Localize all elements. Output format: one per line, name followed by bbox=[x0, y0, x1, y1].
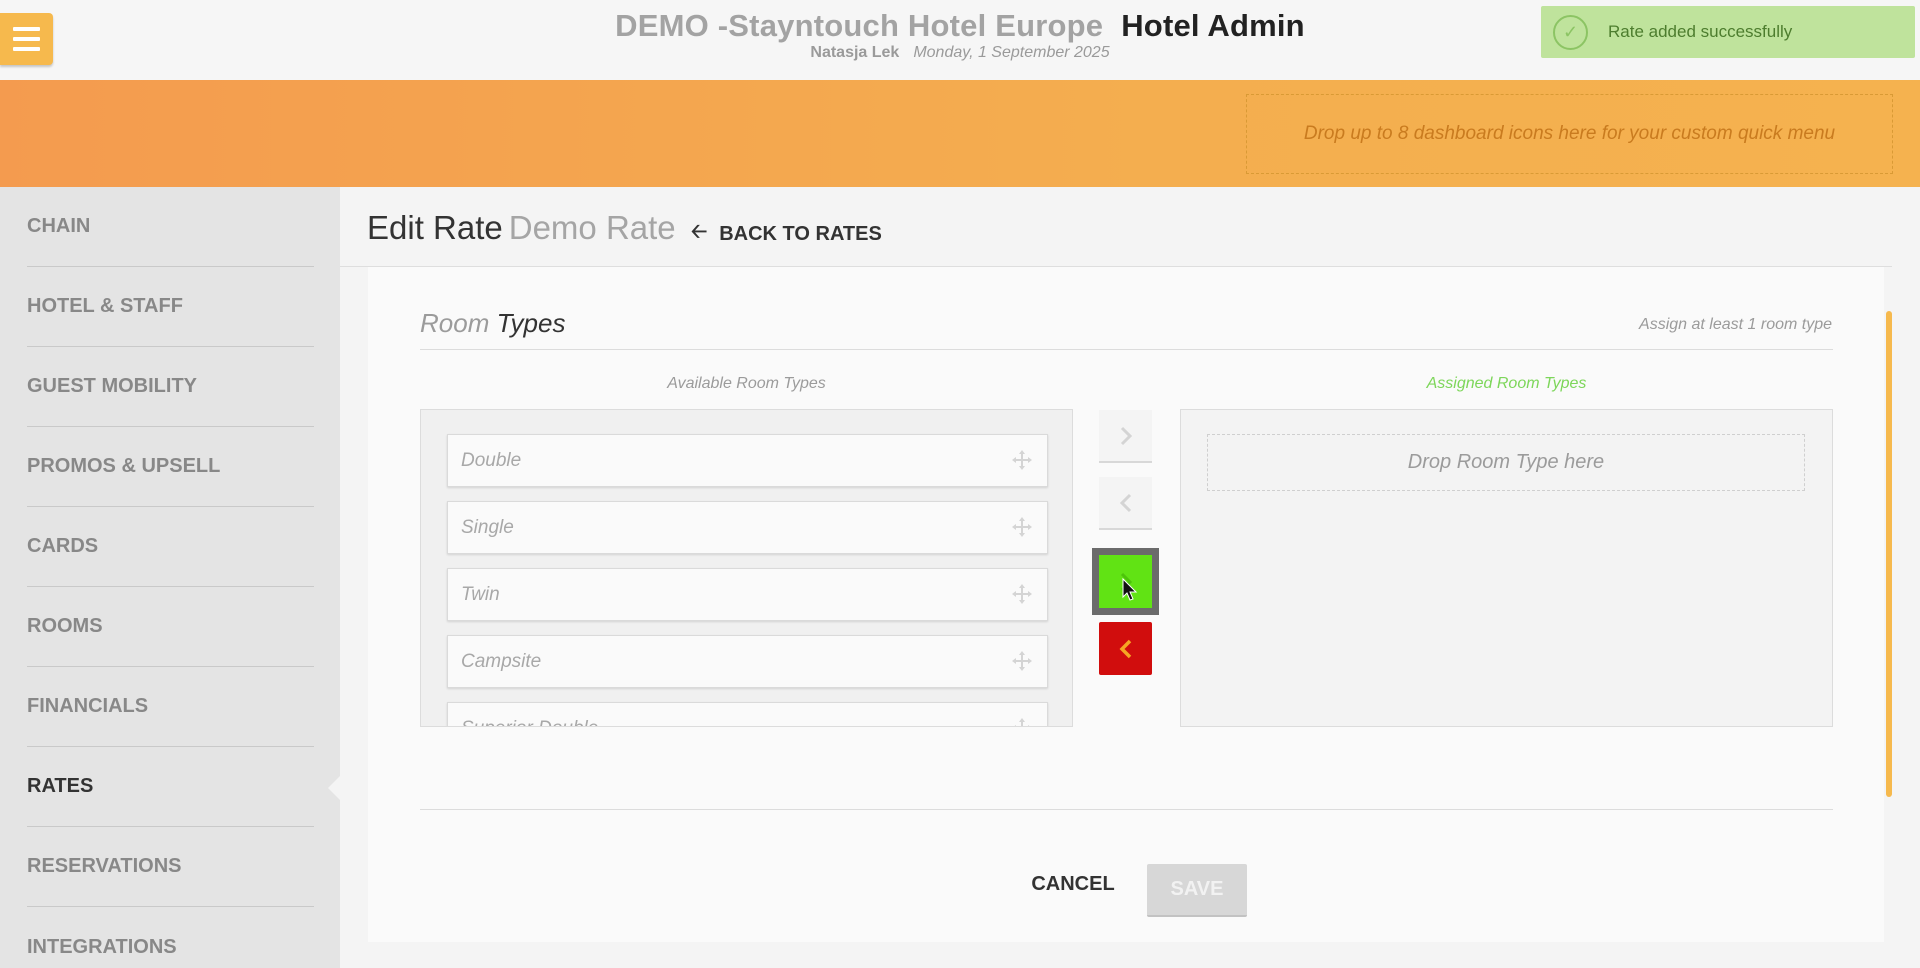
list-item[interactable]: Twin bbox=[447, 568, 1048, 621]
success-toast: ✓ Rate added successfully bbox=[1541, 6, 1915, 58]
sidebar-item-chain[interactable]: CHAIN bbox=[27, 187, 314, 267]
remove-one-button[interactable] bbox=[1099, 477, 1152, 530]
page-title: Edit Rate Demo Rate bbox=[367, 209, 676, 247]
save-button[interactable]: SAVE bbox=[1147, 864, 1247, 917]
assign-one-button[interactable] bbox=[1099, 410, 1152, 463]
list-item[interactable]: Superior Double bbox=[447, 702, 1048, 727]
quick-menu-band: Drop up to 8 dashboard icons here for yo… bbox=[0, 80, 1920, 187]
section-title-light: Room bbox=[420, 308, 490, 338]
user-name: Natasja Lek bbox=[810, 44, 900, 61]
chevron-left-icon bbox=[1119, 639, 1131, 658]
list-item[interactable]: Campsite bbox=[447, 635, 1048, 688]
move-icon[interactable] bbox=[1011, 717, 1033, 727]
room-types-panel: Room Types Assign at least 1 room type A… bbox=[368, 267, 1884, 942]
move-icon[interactable] bbox=[1011, 583, 1033, 605]
app-name: Hotel Admin bbox=[1121, 8, 1305, 43]
check-circle-icon: ✓ bbox=[1553, 14, 1588, 50]
hotel-name: DEMO -Stayntouch Hotel Europe bbox=[615, 8, 1104, 43]
remove-all-button[interactable] bbox=[1099, 622, 1152, 675]
cancel-button[interactable]: CANCEL bbox=[1028, 864, 1118, 904]
divider bbox=[420, 349, 1833, 350]
section-title: Room Types bbox=[420, 308, 565, 339]
sidebar-item-rooms[interactable]: ROOMS bbox=[27, 587, 314, 667]
mouse-cursor-icon bbox=[1122, 578, 1138, 601]
back-to-rates-link[interactable]: 🡠 BACK TO RATES bbox=[691, 217, 882, 251]
top-bar: DEMO -Stayntouch Hotel Europe Hotel Admin… bbox=[0, 0, 1920, 80]
room-type-label: Superior Double bbox=[461, 718, 598, 727]
room-type-label: Double bbox=[461, 449, 522, 471]
arrow-left-icon: 🡠 bbox=[691, 221, 708, 243]
divider bbox=[420, 809, 1833, 810]
sidebar-item-cards[interactable]: CARDS bbox=[27, 507, 314, 587]
sidebar: CHAIN HOTEL & STAFF GUEST MOBILITY PROMO… bbox=[0, 187, 340, 968]
scrollbar[interactable] bbox=[1886, 311, 1892, 797]
room-type-label: Campsite bbox=[461, 650, 542, 672]
room-type-label: Single bbox=[461, 516, 514, 538]
move-icon[interactable] bbox=[1011, 516, 1033, 538]
room-type-label: Twin bbox=[461, 583, 500, 605]
toast-message: Rate added successfully bbox=[1608, 22, 1793, 41]
section-note: Assign at least 1 room type bbox=[1639, 316, 1832, 333]
page-header: Edit Rate Demo Rate 🡠 BACK TO RATES bbox=[340, 187, 1892, 267]
sidebar-item-financials[interactable]: FINANCIALS bbox=[27, 667, 314, 747]
sidebar-item-promos-upsell[interactable]: PROMOS & UPSELL bbox=[27, 427, 314, 507]
sidebar-item-guest-mobility[interactable]: GUEST MOBILITY bbox=[27, 347, 314, 427]
available-room-types-list[interactable]: Double Single Twin Campsite Superior Dou… bbox=[420, 409, 1073, 727]
sidebar-item-reservations[interactable]: RESERVATIONS bbox=[27, 827, 314, 907]
list-item[interactable]: Double bbox=[447, 434, 1048, 487]
back-to-rates-label: BACK TO RATES bbox=[719, 222, 882, 245]
chevron-right-icon bbox=[1120, 426, 1132, 445]
quick-menu-dropzone[interactable]: Drop up to 8 dashboard icons here for yo… bbox=[1246, 94, 1893, 174]
rate-name: Demo Rate bbox=[508, 209, 676, 246]
move-icon[interactable] bbox=[1011, 650, 1033, 672]
section-title-dark: Types bbox=[496, 308, 566, 338]
business-date: Monday, 1 September 2025 bbox=[913, 44, 1110, 61]
chevron-left-icon bbox=[1119, 493, 1131, 512]
page-title-text: Edit Rate bbox=[367, 209, 503, 246]
room-type-dropzone[interactable]: Drop Room Type here bbox=[1207, 434, 1805, 491]
assigned-room-types-label: Assigned Room Types bbox=[1426, 375, 1587, 392]
list-item[interactable]: Single bbox=[447, 501, 1048, 554]
assigned-room-types-list[interactable]: Drop Room Type here bbox=[1180, 409, 1833, 727]
sidebar-item-hotel-staff[interactable]: HOTEL & STAFF bbox=[27, 267, 314, 347]
sidebar-item-rates[interactable]: RATES bbox=[27, 747, 314, 827]
active-item-pointer bbox=[328, 776, 340, 800]
sidebar-item-integrations[interactable]: INTEGRATIONS bbox=[27, 907, 314, 968]
move-icon[interactable] bbox=[1011, 449, 1033, 471]
available-room-types-label: Available Room Types bbox=[667, 375, 826, 392]
